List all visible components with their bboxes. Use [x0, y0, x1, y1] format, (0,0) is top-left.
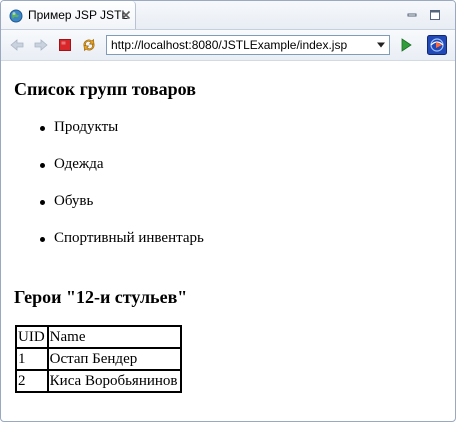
address-bar[interactable] [106, 35, 390, 55]
navigation-toolbar [1, 30, 455, 61]
list-item: Одежда [40, 156, 204, 193]
minimize-icon[interactable] [405, 8, 419, 22]
forward-arrow-icon[interactable] [33, 37, 49, 53]
chevron-down-icon[interactable] [376, 42, 386, 48]
globe-icon [9, 9, 23, 23]
table-row: 2 Киса Воробьянинов [15, 369, 182, 393]
close-icon[interactable] [121, 10, 131, 20]
column-header-uid: UID [15, 325, 49, 349]
list-item: Спортивный инвентарь [40, 230, 204, 267]
stop-icon[interactable] [57, 37, 73, 53]
groups-list: Продукты Одежда Обувь Спортивный инвента… [40, 119, 204, 267]
external-browser-icon[interactable] [427, 35, 447, 55]
tab-page[interactable]: Пример JSP JSTL [1, 1, 136, 29]
heroes-heading: Герои "12-и стульев" [14, 287, 188, 307]
table-cell-uid: 1 [15, 347, 49, 371]
table-row: 1 Остап Бендер [15, 347, 182, 371]
table-cell-name: Остап Бендер [46, 347, 182, 371]
page-content: Список групп товаров Продукты Одежда Обу… [1, 61, 455, 421]
table-cell-uid: 2 [15, 369, 49, 393]
tab-title: Пример JSP JSTL [28, 8, 129, 22]
browser-window: Пример JSP JSTL http://localhost:8080/JS… [0, 0, 456, 422]
heroes-table: UID Name 1 Остап Бендер 2 Киса Воробьяни… [15, 325, 182, 393]
back-arrow-icon[interactable] [9, 37, 25, 53]
refresh-icon[interactable] [81, 37, 97, 53]
list-item: Продукты [40, 119, 204, 156]
tab-bar: Пример JSP JSTL [1, 1, 455, 30]
groups-heading: Список групп товаров [14, 79, 196, 99]
url-input[interactable] [111, 37, 367, 53]
table-cell-name: Киса Воробьянинов [46, 369, 182, 393]
go-icon[interactable] [398, 37, 414, 53]
list-item: Обувь [40, 193, 204, 230]
column-header-name: Name [46, 325, 182, 349]
table-header-row: UID Name [15, 325, 182, 349]
maximize-icon[interactable] [428, 8, 442, 22]
